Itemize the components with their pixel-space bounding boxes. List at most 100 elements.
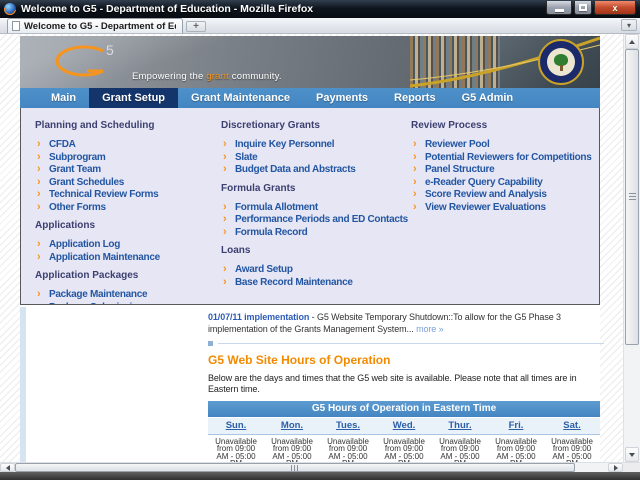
- menu-col-3: Review Process › Reviewer Pool › Potential R…: [411, 116, 599, 215]
- logo-five: 5: [106, 42, 114, 58]
- menu-item-score-review-and-analysis[interactable]: › Score Review and Analysis: [411, 188, 599, 202]
- minimize-icon: [554, 8, 564, 12]
- menu-item-grant-team[interactable]: › Grant Team: [35, 163, 225, 177]
- menu-item-award-setup[interactable]: › Award Setup: [221, 263, 411, 277]
- menu-item-view-reviewer-evaluations[interactable]: › View Reviewer Evaluations: [411, 200, 599, 215]
- day-header-fri[interactable]: Fri.: [488, 417, 544, 435]
- more-link[interactable]: more »: [416, 324, 444, 334]
- maximize-icon: [579, 4, 587, 11]
- day-header-mon[interactable]: Mon.: [264, 417, 320, 435]
- menu-item-label: Formula Record: [235, 226, 308, 238]
- hours-heading: G5 Web Site Hours of Operation: [208, 353, 391, 367]
- menu-item-subprogram[interactable]: › Subprogram: [35, 151, 225, 165]
- menu-item-label: Potential Reviewers for Competitions: [425, 151, 592, 163]
- menu-item-label: e-Reader Query Capability: [425, 176, 543, 188]
- implementation-link[interactable]: 01/07/11 implementation: [208, 312, 309, 322]
- menu-item-performance-periods-and-ed-contacts[interactable]: › Performance Periods and ED Contacts: [221, 213, 411, 227]
- scroll-right-button[interactable]: [608, 463, 623, 472]
- list-all-tabs-button[interactable]: ▾: [621, 19, 637, 31]
- close-button[interactable]: x: [594, 1, 636, 15]
- chevron-right-icon: ›: [223, 263, 227, 275]
- chevron-right-icon: ›: [413, 200, 417, 213]
- menu-item-label: Panel Structure: [425, 164, 495, 175]
- menu-item-formula-record[interactable]: › Formula Record: [221, 225, 411, 240]
- tab-title: Welcome to G5 - Department of Edu...: [24, 20, 176, 32]
- arrow-left-icon: [5, 464, 10, 471]
- tab-welcome-g5[interactable]: Welcome to G5 - Department of Edu...: [7, 18, 183, 33]
- menu-item-other-forms[interactable]: › Other Forms: [35, 200, 225, 215]
- g5-banner: 5 Empowering the grant community.: [20, 36, 600, 88]
- menu-item-slate[interactable]: › Slate: [221, 150, 411, 165]
- menu-item-label: View Reviewer Evaluations: [425, 201, 546, 213]
- availability-cell: Unavailable from 09:00 AM - 05:00 PM: [544, 434, 600, 462]
- minimize-button[interactable]: [546, 1, 572, 15]
- menu-item-potential-reviewers-for-competitions[interactable]: › Potential Reviewers for Competitions: [411, 151, 599, 165]
- day-header-sun[interactable]: Sun.: [208, 417, 264, 435]
- chevron-right-icon: ›: [37, 238, 41, 250]
- availability-cell: Unavailable from 09:00 AM - 05:00 PM: [376, 434, 432, 462]
- menu-item-inquire-key-personnel[interactable]: › Inquire Key Personnel: [221, 138, 411, 152]
- menu-item-package-maintenance[interactable]: › Package Maintenance: [35, 288, 225, 302]
- menu-item-label: Application Maintenance: [49, 251, 160, 263]
- menu-item-application-maintenance[interactable]: › Application Maintenance: [35, 250, 225, 265]
- menu-header-loans: Loans: [221, 245, 251, 256]
- nav-item-grant-setup[interactable]: Grant Setup: [89, 88, 179, 108]
- arrow-down-icon: [629, 452, 635, 457]
- day-header-tues[interactable]: Tues.: [320, 417, 376, 435]
- scrollbar-grip: [628, 193, 636, 201]
- scroll-left-button[interactable]: [0, 463, 15, 472]
- scroll-down-button[interactable]: [625, 447, 639, 462]
- horizontal-scrollbar-thumb[interactable]: [15, 463, 575, 472]
- nav-item-g5-admin[interactable]: G5 Admin: [449, 88, 527, 108]
- menu-item-label: Award Setup: [235, 264, 293, 275]
- maximize-button[interactable]: [574, 1, 592, 15]
- chevron-right-icon: ›: [37, 175, 41, 188]
- close-icon: x: [612, 2, 618, 13]
- nav-item-payments[interactable]: Payments: [303, 88, 381, 108]
- chevron-right-icon: ›: [37, 288, 41, 300]
- chevron-right-icon: ›: [37, 188, 41, 200]
- menu-item-budget-data-and-abstracts[interactable]: › Budget Data and Abstracts: [221, 163, 411, 177]
- nav-item-main[interactable]: Main: [38, 88, 89, 108]
- new-tab-button[interactable]: +: [186, 21, 206, 32]
- menu-item-label: Technical Review Forms: [49, 189, 159, 200]
- menu-item-reviewer-pool[interactable]: › Reviewer Pool: [411, 138, 599, 152]
- horizontal-scrollbar[interactable]: [0, 462, 640, 472]
- chevron-right-icon: ›: [37, 200, 41, 213]
- chevron-right-icon: ›: [37, 250, 41, 263]
- seal-center: [547, 48, 575, 76]
- menu-item-e-reader-query-capability[interactable]: › e-Reader Query Capability: [411, 176, 599, 190]
- hours-intro: Below are the days and times that the G5…: [208, 373, 577, 394]
- menu-item-grant-schedules[interactable]: › Grant Schedules: [35, 175, 225, 190]
- menu-col-1: Planning and Scheduling › CFDA › Subprogram ›…: [35, 116, 225, 304]
- hours-cells-row: Unavailable from 09:00 AM - 05:00 PMUnav…: [208, 434, 600, 462]
- menu-item-cfda[interactable]: › CFDA: [35, 138, 225, 152]
- browser-viewport: 5 Empowering the grant community. Main G…: [0, 34, 640, 462]
- chevron-right-icon: ›: [223, 150, 227, 163]
- nav-item-grant-maintenance[interactable]: Grant Maintenance: [178, 88, 303, 108]
- nav-item-reports[interactable]: Reports: [381, 88, 449, 108]
- menu-item-formula-allotment[interactable]: › Formula Allotment: [221, 201, 411, 215]
- window-title: Welcome to G5 - Department of Education …: [21, 3, 314, 15]
- scroll-up-button[interactable]: [625, 34, 639, 49]
- menu-item-technical-review-forms[interactable]: › Technical Review Forms: [35, 188, 225, 202]
- day-header-thur[interactable]: Thur.: [432, 417, 488, 435]
- chevron-right-icon: ›: [223, 225, 227, 238]
- menu-item-application-log[interactable]: › Application Log: [35, 238, 225, 252]
- menu-item-panel-structure[interactable]: › Panel Structure: [411, 163, 599, 177]
- menu-item-label: Inquire Key Personnel: [235, 139, 335, 150]
- menu-header-formula-grants: Formula Grants: [221, 182, 296, 194]
- vertical-scrollbar-thumb[interactable]: [625, 49, 639, 345]
- day-header-sat[interactable]: Sat.: [544, 417, 600, 435]
- vertical-scrollbar[interactable]: [623, 34, 640, 462]
- page-body: 01/07/11 implementation - G5 Website Tem…: [20, 305, 604, 462]
- horizontal-track[interactable]: [15, 463, 608, 472]
- menu-item-label: Subprogram: [49, 151, 106, 163]
- chevron-right-icon: ›: [223, 213, 227, 225]
- scrollbar-corner: [623, 463, 640, 472]
- day-header-wed[interactable]: Wed.: [376, 417, 432, 435]
- tab-bar: Welcome to G5 - Department of Edu... + ▾: [0, 18, 640, 34]
- chevron-right-icon: ›: [37, 138, 41, 150]
- availability-cell: Unavailable from 09:00 AM - 05:00 PM: [488, 434, 544, 462]
- menu-item-base-record-maintenance[interactable]: › Base Record Maintenance: [221, 276, 411, 290]
